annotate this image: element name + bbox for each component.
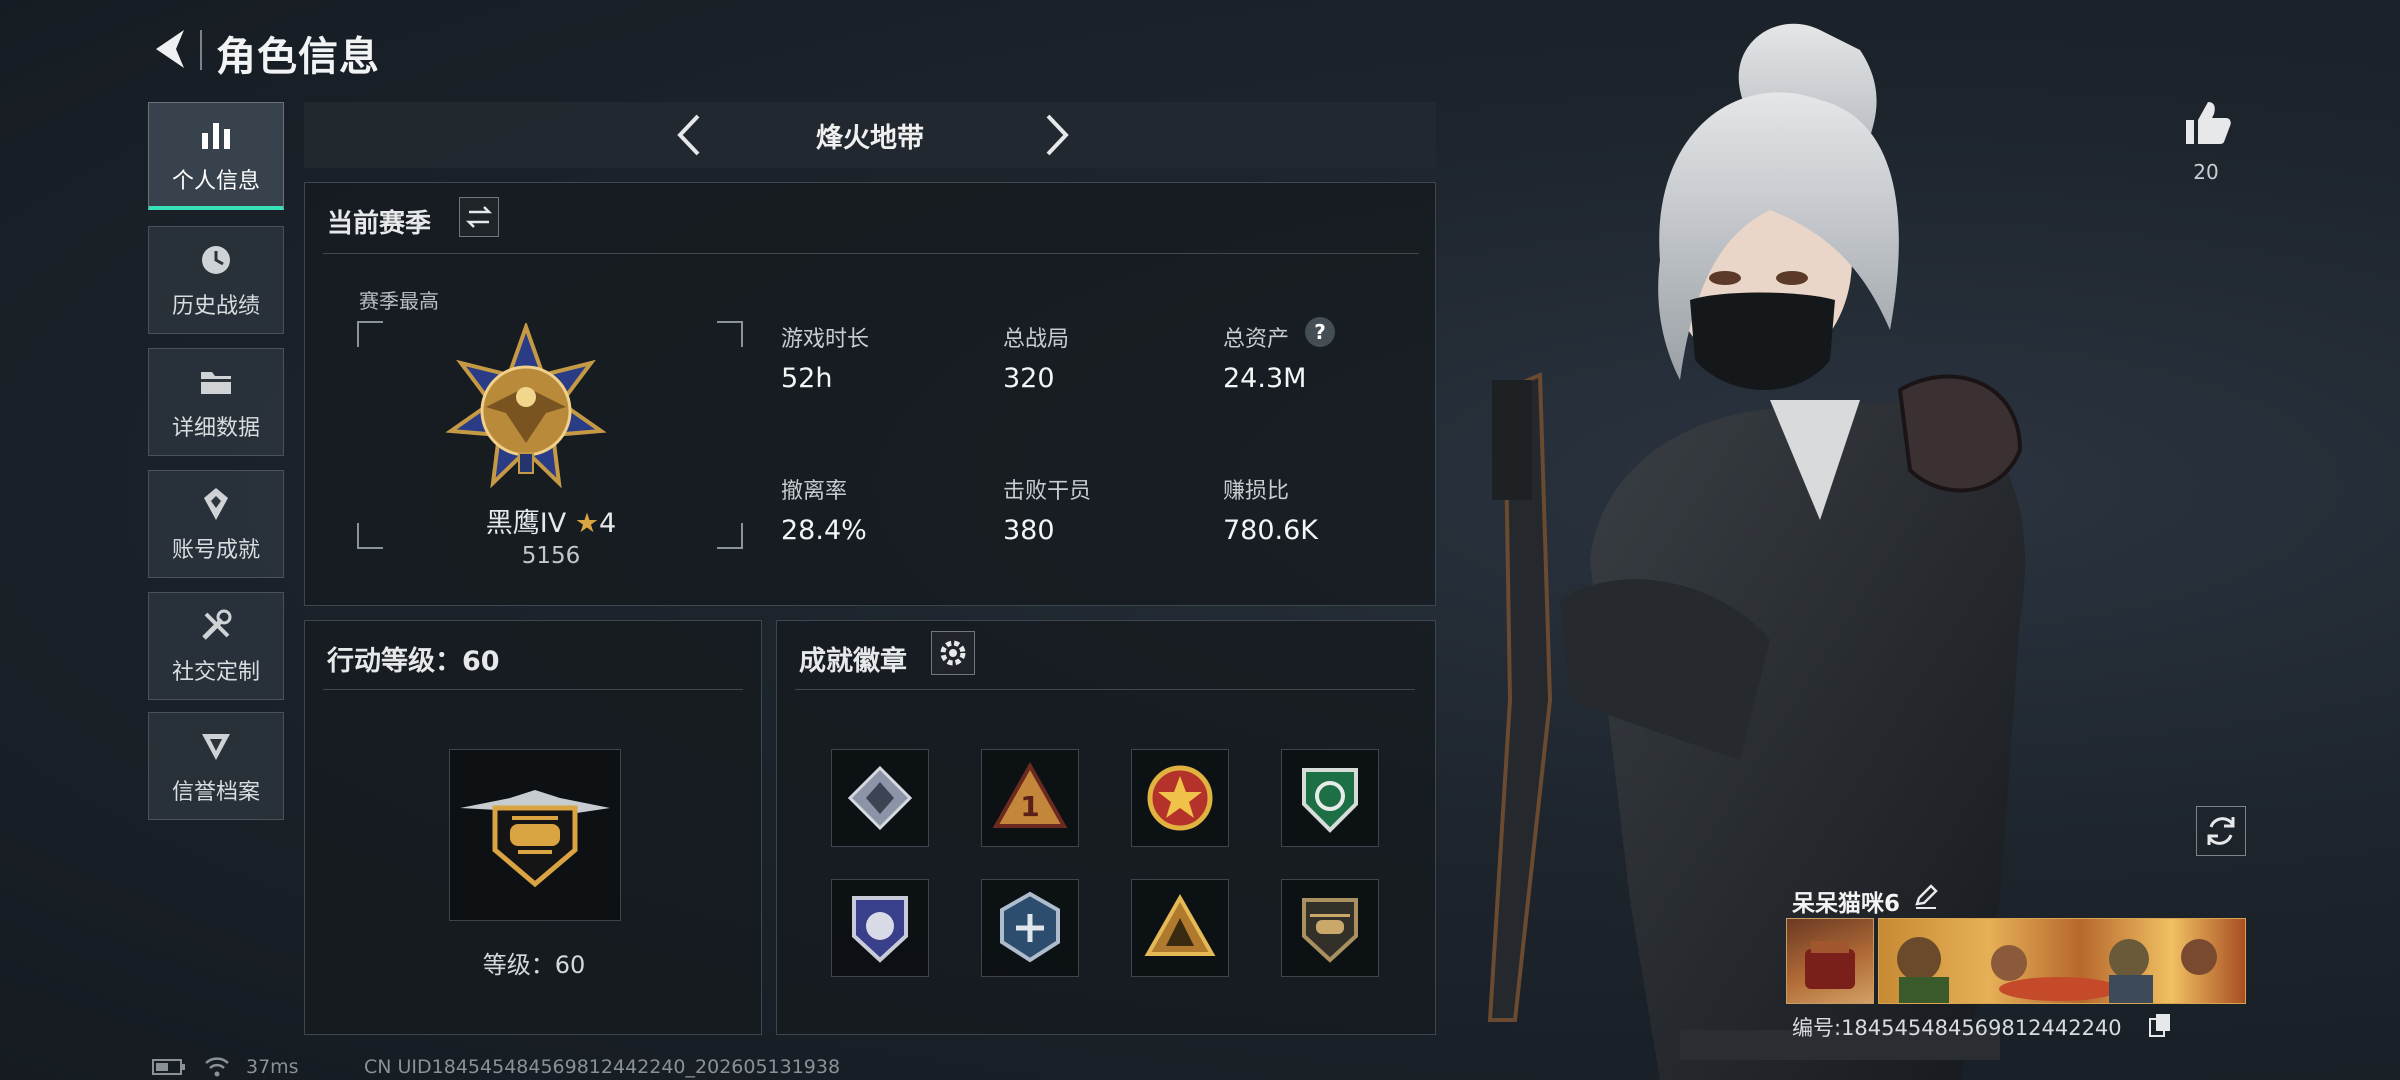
stat-label: 撤离率 [781,479,848,504]
tent-badge-icon [1144,893,1216,956]
stat-label: 击败干员 [1003,479,1092,504]
player-id: 编号:1845454845698124422​40 [1792,1016,2122,1040]
refresh-icon[interactable] [2196,806,2246,856]
rank-name: 黑鹰IV ★4 [401,501,701,540]
sidebar-item-label: 详细数据 [171,416,260,441]
back-arrow-icon[interactable] [150,26,192,72]
thumbs-up-icon[interactable] [2180,96,2234,150]
battery-icon [152,1059,185,1075]
player-name: 呆呆猫咪6 [1792,891,1901,917]
season-best-label: 赛季最高 [359,289,439,313]
badge-slot[interactable] [1131,749,1229,847]
badges-title: 成就徽章 [799,646,907,677]
action-level-title: 行动等级：60 [327,646,500,677]
rank-stars: 4 [599,508,617,539]
rank-name-text: 黑鹰IV [485,508,567,539]
diamond-badge-icon [847,765,913,831]
stat-label: 总战局 [1003,327,1070,352]
sidebar-item-label: 账号成就 [171,538,260,563]
sidebar-item-history[interactable]: 历史战绩 [148,226,284,334]
season-panel: 当前赛季 赛季最高 黑鹰IV ★4 5156 游戏时长 52h 总战局 320 … [304,182,1436,606]
stat-label: 总资产 [1223,327,1290,352]
bar-chart-icon [198,115,234,155]
edit-pencil-icon[interactable] [1912,882,1940,910]
gear-icon[interactable] [931,631,975,675]
sidebar-item-social[interactable]: 社交定制 [148,592,284,700]
sidebar-item-personal-info[interactable]: 个人信息 [148,102,284,210]
copy-icon[interactable] [2148,1012,2172,1038]
ping-readout: 37ms [246,1056,299,1078]
corner-bracket [717,321,743,347]
tools-icon [198,606,234,646]
sidebar-item-label: 个人信息 [171,168,260,194]
badge-slot[interactable] [981,879,1079,977]
badge-slot[interactable]: 1 [981,749,1079,847]
level-emblem [449,749,621,921]
divider [323,689,743,690]
sidebar-item-achievements[interactable]: 账号成就 [148,470,284,578]
mode-label: 烽火地带 [816,123,924,154]
sidebar-item-details[interactable]: 详细数据 [148,348,284,456]
rank-emblem-icon [445,323,607,489]
badge-slot[interactable] [831,749,929,847]
stat-label: 赚损比 [1223,479,1290,504]
sidebar-item-label: 社交定制 [171,660,260,685]
shield-icon [198,726,234,766]
season-title: 当前赛季 [327,209,432,239]
chevron-right-icon[interactable] [1030,110,1080,160]
svg-text:1: 1 [1020,790,1039,823]
avatar[interactable] [1786,918,1874,1004]
achievement-icon [198,484,234,524]
triangle-one-badge-icon: 1 [992,761,1068,828]
badge-slot[interactable] [1131,879,1229,977]
hexagon-badge-icon [1000,891,1060,963]
wifi-icon [205,1057,229,1077]
uid-line: CN UID18454548456981244224​0_20260513193… [364,1056,841,1078]
badge-slot[interactable] [831,879,929,977]
corner-bracket [357,321,383,347]
stat-label: 游戏时长 [781,327,870,352]
stat-value: 52h [781,363,833,394]
clock-icon [198,240,234,280]
sidebar-item-reputation[interactable]: 信誉档案 [148,712,284,820]
sidebar-item-label: 信誉档案 [171,780,260,805]
like-count: 20 [2193,160,2219,184]
rank-score: 5156 [521,543,581,569]
corner-bracket [357,523,383,549]
swap-icon[interactable] [459,197,499,237]
mode-selector: 烽火地带 [304,102,1436,168]
folder-icon [198,362,234,402]
level-text: 等级：60 [482,951,586,979]
blue-shield-badge-icon [852,896,908,963]
header-divider [200,30,202,70]
divider [323,253,1419,254]
stat-value: 28.4% [781,515,867,546]
action-level-panel: 行动等级：60 等级：60 [304,620,762,1035]
stat-value: 320 [1003,363,1055,394]
stat-value: 24.3M [1223,363,1307,394]
name-card-banner[interactable] [1878,918,2246,1004]
star-medal-badge-icon [1147,765,1213,831]
sidebar-item-label: 历史战绩 [171,294,260,319]
star-icon: ★ [574,508,600,539]
page-title: 角色信息 [216,34,380,80]
stat-value: 380 [1003,515,1055,546]
corner-bracket [717,523,743,549]
helicopter-emblem-icon [460,790,610,888]
